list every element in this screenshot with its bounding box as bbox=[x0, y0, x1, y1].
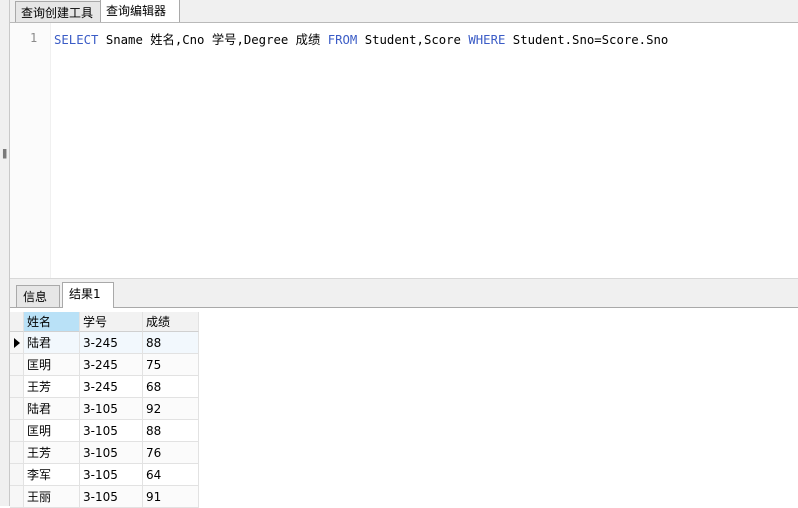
cell-course[interactable]: 3-105 bbox=[80, 486, 143, 508]
sql-keyword-from: FROM bbox=[327, 33, 358, 47]
editor-tab-strip: 查询创建工具 查询编辑器 bbox=[10, 0, 798, 23]
cell-name[interactable]: 王芳 bbox=[24, 376, 80, 398]
row-header[interactable] bbox=[10, 464, 24, 486]
tab-query-editor[interactable]: 查询编辑器 bbox=[100, 0, 180, 22]
row-header[interactable] bbox=[10, 398, 24, 420]
cell-score[interactable]: 68 bbox=[143, 376, 199, 398]
table-row[interactable]: 王芳 3-105 76 bbox=[10, 442, 200, 464]
sql-editor[interactable]: 1 SELECT Sname 姓名,Cno 学号,Degree 成绩 FROM … bbox=[10, 23, 798, 278]
cell-score[interactable]: 75 bbox=[143, 354, 199, 376]
cell-course[interactable]: 3-245 bbox=[80, 376, 143, 398]
cell-name[interactable]: 匡明 bbox=[24, 420, 80, 442]
cell-name[interactable]: 匡明 bbox=[24, 354, 80, 376]
row-header[interactable] bbox=[10, 486, 24, 508]
cell-course[interactable]: 3-105 bbox=[80, 420, 143, 442]
cell-course[interactable]: 3-105 bbox=[80, 464, 143, 486]
result-tab-strip: 信息 结果1 bbox=[10, 278, 798, 308]
row-header[interactable] bbox=[10, 332, 24, 354]
cell-score[interactable]: 64 bbox=[143, 464, 199, 486]
sql-keyword-where: WHERE bbox=[468, 33, 506, 47]
cell-course[interactable]: 3-245 bbox=[80, 354, 143, 376]
table-row[interactable]: 匡明 3-245 75 bbox=[10, 354, 200, 376]
cell-score[interactable]: 91 bbox=[143, 486, 199, 508]
cell-score[interactable]: 88 bbox=[143, 420, 199, 442]
column-header-score[interactable]: 成绩 bbox=[143, 312, 199, 332]
left-panel-splitter[interactable]: ▪ ▪ ▪ bbox=[0, 0, 10, 506]
row-pointer-icon bbox=[14, 338, 20, 348]
cell-course[interactable]: 3-105 bbox=[80, 442, 143, 464]
row-header-corner bbox=[10, 312, 24, 332]
cell-name[interactable]: 李军 bbox=[24, 464, 80, 486]
tab-messages[interactable]: 信息 bbox=[16, 285, 60, 307]
line-number: 1 bbox=[30, 31, 38, 45]
cell-score[interactable]: 76 bbox=[143, 442, 199, 464]
table-row[interactable]: 陆君 3-105 92 bbox=[10, 398, 200, 420]
sql-table-list: Student,Score bbox=[357, 33, 469, 47]
sql-condition: Student.Sno=Score.Sno bbox=[505, 33, 669, 47]
table-row[interactable]: 陆君 3-245 88 bbox=[10, 332, 200, 354]
table-row[interactable]: 王丽 3-105 91 bbox=[10, 486, 200, 508]
splitter-grip-icon: ▪ ▪ ▪ bbox=[2, 146, 8, 162]
table-row[interactable]: 王芳 3-245 68 bbox=[10, 376, 200, 398]
row-header[interactable] bbox=[10, 442, 24, 464]
column-header-name[interactable]: 姓名 bbox=[24, 312, 80, 332]
cell-score[interactable]: 92 bbox=[143, 398, 199, 420]
cell-course[interactable]: 3-245 bbox=[80, 332, 143, 354]
row-header[interactable] bbox=[10, 420, 24, 442]
grid-header-row: 姓名 学号 成绩 bbox=[10, 312, 200, 332]
tab-query-builder[interactable]: 查询创建工具 bbox=[15, 1, 106, 22]
cell-name[interactable]: 陆君 bbox=[24, 398, 80, 420]
tab-result-1[interactable]: 结果1 bbox=[62, 282, 114, 308]
line-number-gutter: 1 bbox=[10, 23, 51, 278]
cell-score[interactable]: 88 bbox=[143, 332, 199, 354]
row-header[interactable] bbox=[10, 354, 24, 376]
sql-select-list: Sname 姓名,Cno 学号,Degree 成绩 bbox=[98, 33, 328, 47]
result-grid[interactable]: 姓名 学号 成绩 陆君 3-245 88 匡明 3-245 75 王芳 3-245 68 陆君 3-… bbox=[10, 312, 200, 508]
row-header[interactable] bbox=[10, 376, 24, 398]
cell-name[interactable]: 王芳 bbox=[24, 442, 80, 464]
table-row[interactable]: 匡明 3-105 88 bbox=[10, 420, 200, 442]
cell-course[interactable]: 3-105 bbox=[80, 398, 143, 420]
sql-code-line[interactable]: SELECT Sname 姓名,Cno 学号,Degree 成绩 FROM St… bbox=[54, 30, 668, 48]
table-row[interactable]: 李军 3-105 64 bbox=[10, 464, 200, 486]
grid-body: 陆君 3-245 88 匡明 3-245 75 王芳 3-245 68 陆君 3-105 92 匡明 3-… bbox=[10, 332, 200, 508]
cell-name[interactable]: 王丽 bbox=[24, 486, 80, 508]
sql-keyword-select: SELECT bbox=[54, 33, 99, 47]
cell-name[interactable]: 陆君 bbox=[24, 332, 80, 354]
column-header-course[interactable]: 学号 bbox=[80, 312, 143, 332]
